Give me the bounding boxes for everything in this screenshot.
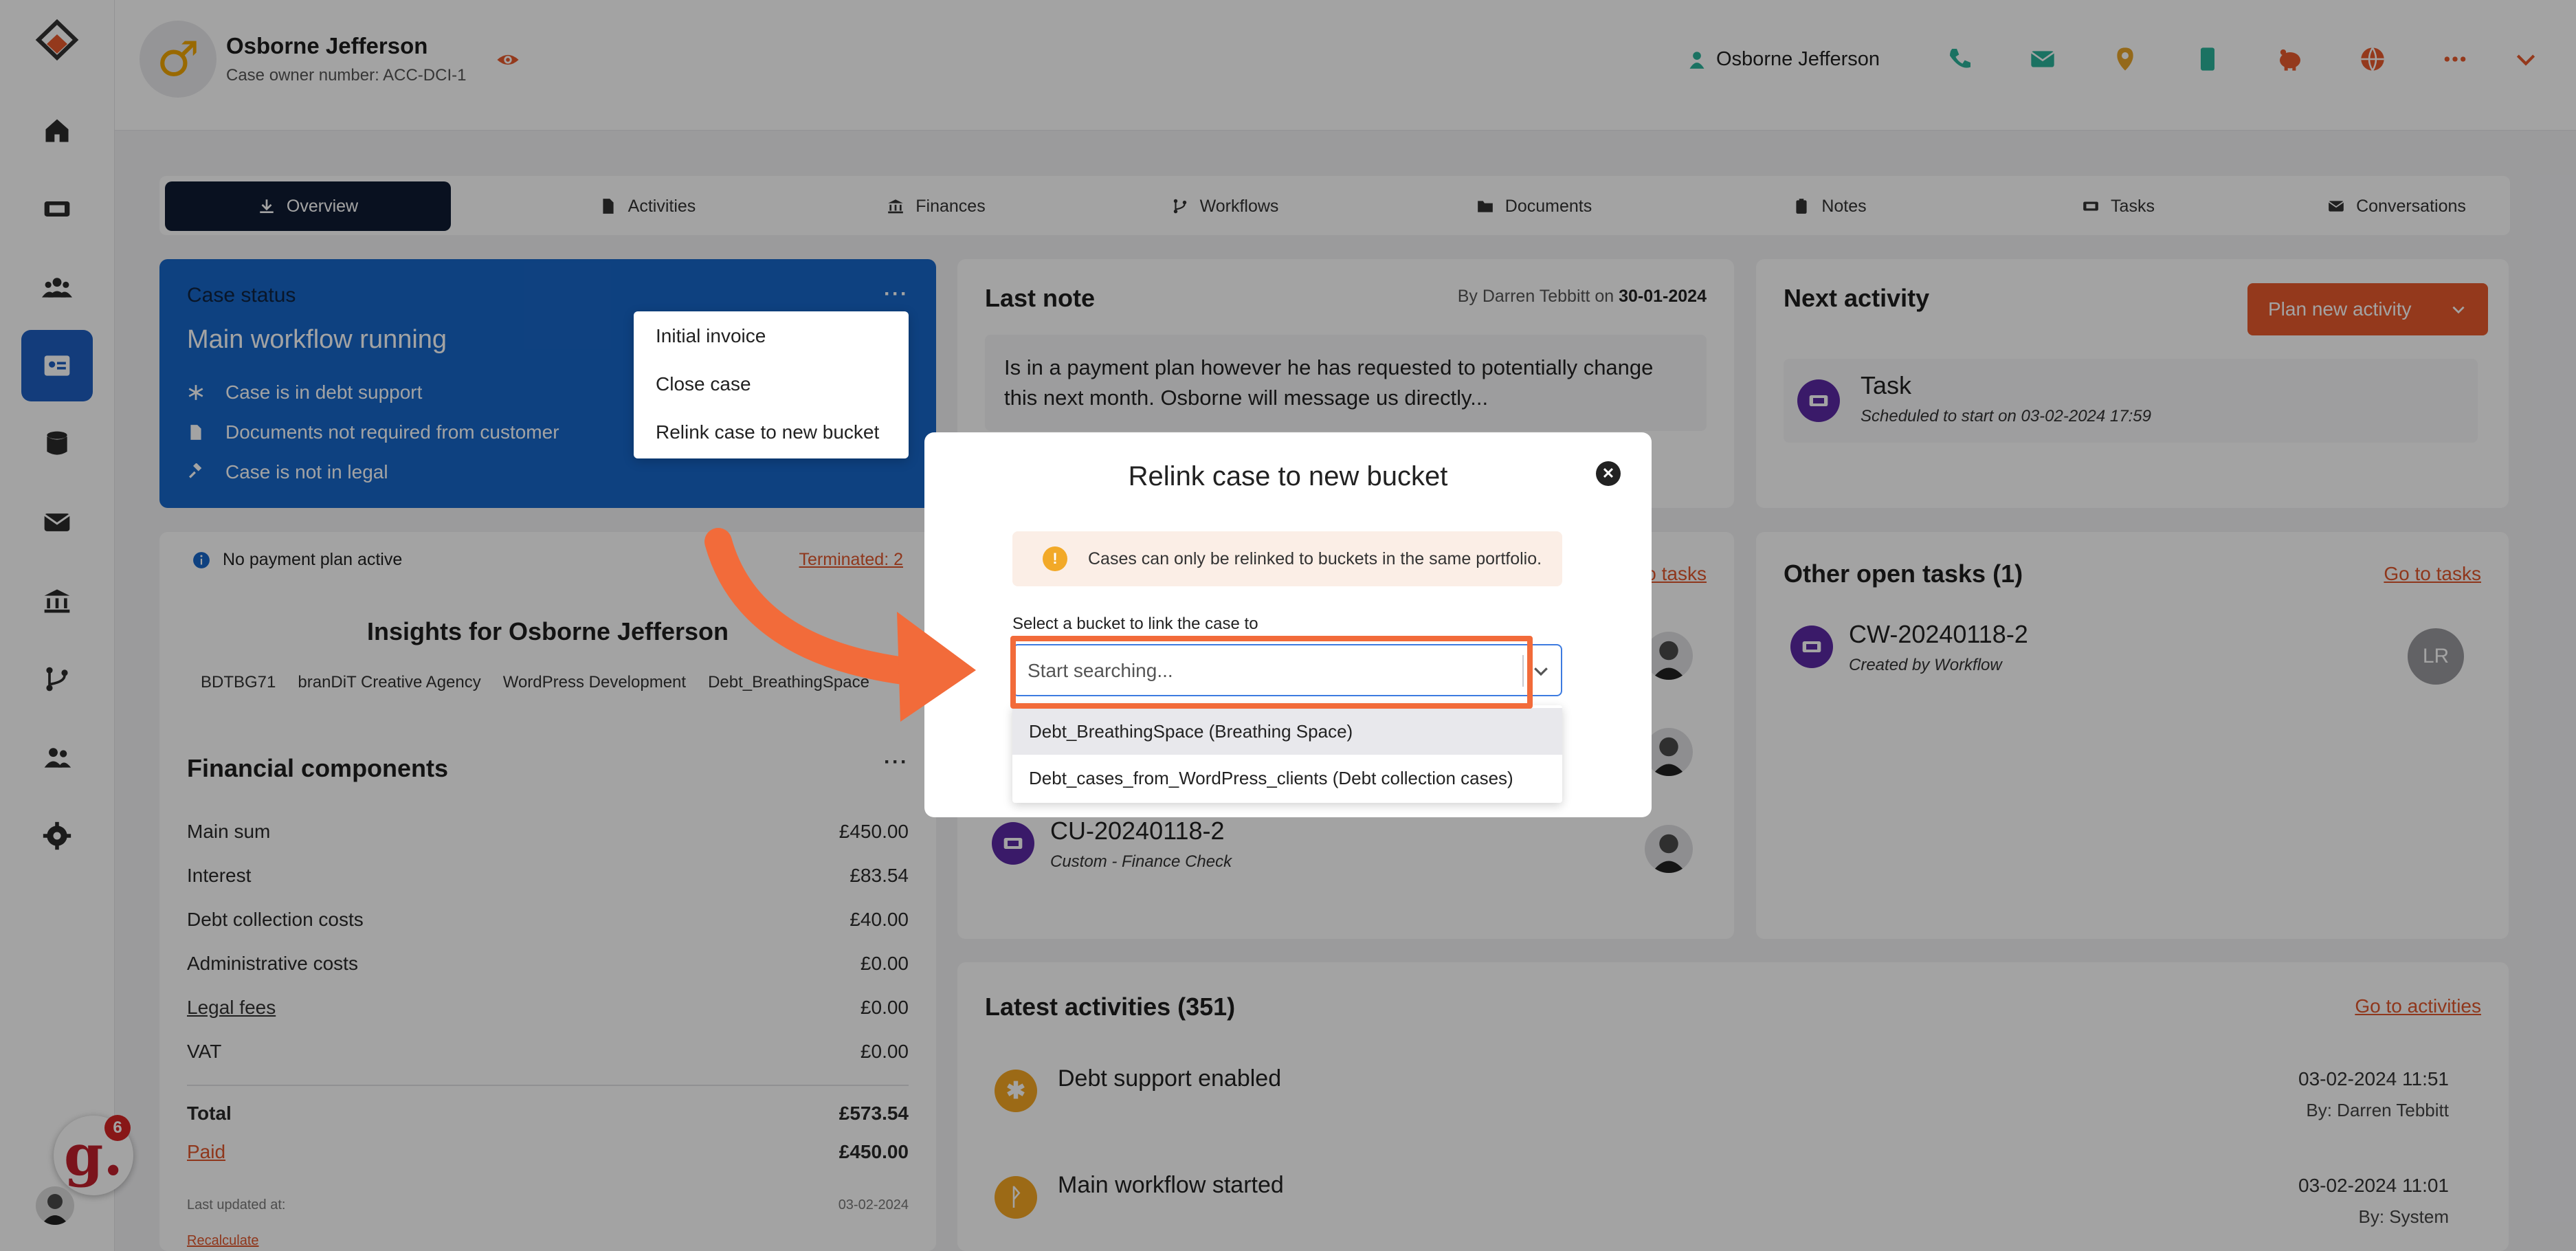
close-icon[interactable]: ✕	[1596, 461, 1621, 486]
relink-modal: Relink case to new bucket ✕ ! Cases can …	[924, 432, 1652, 817]
bucket-options: Debt_BreathingSpace (Breathing Space) De…	[1012, 705, 1562, 803]
bucket-field-label: Select a bucket to link the case to	[1012, 615, 1258, 633]
modal-title: Relink case to new bucket	[1128, 461, 1448, 491]
annotation-highlight-box	[1010, 636, 1533, 709]
warning-text: Cases can only be relinked to buckets in…	[1088, 549, 1542, 568]
chevron-down-icon[interactable]	[1531, 661, 1551, 681]
annotation-arrow-icon	[704, 528, 976, 722]
warning-icon: !	[1043, 546, 1067, 571]
bucket-option[interactable]: Debt_cases_from_WordPress_clients (Debt …	[1012, 755, 1562, 801]
bucket-option[interactable]: Debt_BreathingSpace (Breathing Space)	[1012, 708, 1562, 755]
warning-banner: ! Cases can only be relinked to buckets …	[1012, 531, 1562, 586]
